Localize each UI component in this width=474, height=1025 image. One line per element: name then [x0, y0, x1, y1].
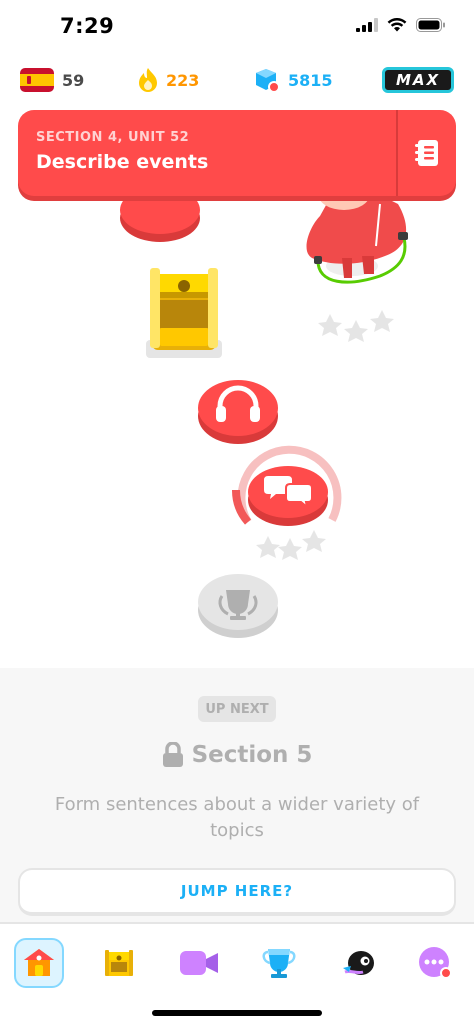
gems-count: 5815: [288, 70, 333, 90]
tab-video[interactable]: [174, 938, 224, 988]
status-time: 7:29: [60, 14, 115, 38]
conversation-lesson-node[interactable]: [232, 438, 344, 562]
treasure-icon: [105, 950, 133, 976]
unit-banner[interactable]: SECTION 4, UNIT 52 Describe events: [18, 110, 456, 196]
section-title-row: Section 5: [0, 742, 474, 768]
battery-icon: [416, 18, 445, 32]
home-icon: [24, 949, 54, 976]
tab-quests[interactable]: [94, 938, 144, 988]
tab-more[interactable]: [410, 938, 460, 988]
tab-learn[interactable]: [14, 938, 64, 988]
notebook-icon: [415, 140, 438, 166]
trophy-icon: [262, 949, 296, 978]
home-indicator[interactable]: [152, 1010, 322, 1016]
max-badge: MAX: [382, 67, 454, 93]
more-icon: [419, 947, 452, 979]
language-selector[interactable]: 59: [20, 60, 84, 100]
listening-lesson-node[interactable]: [196, 374, 280, 446]
wifi-icon: [387, 18, 407, 32]
gem-icon: [256, 69, 280, 93]
character-illustration: [306, 196, 408, 342]
gems-counter[interactable]: 5815: [254, 60, 333, 100]
cellular-signal-icon: [356, 18, 378, 32]
streak-count: 223: [166, 70, 200, 90]
unit-trophy-node[interactable]: [196, 566, 280, 642]
jump-here-button[interactable]: JUMP HERE?: [18, 868, 456, 916]
flame-icon: [139, 68, 157, 92]
section-title: Section 5: [191, 742, 313, 768]
streak-counter[interactable]: 223: [138, 60, 199, 100]
tab-stories[interactable]: [334, 938, 384, 988]
status-icons: [356, 18, 446, 32]
up-next-label: UP NEXT: [198, 696, 276, 722]
character-icon: [343, 951, 374, 975]
language-count: 59: [62, 70, 85, 90]
spain-flag-icon: [20, 68, 54, 92]
max-subscription[interactable]: MAX: [382, 60, 454, 100]
treasure-chest-node[interactable]: [146, 266, 226, 358]
stats-bar: 59 223 5815 MAX: [0, 60, 474, 100]
video-lesson-node[interactable]: [118, 196, 202, 244]
lock-icon: [162, 742, 183, 767]
unit-subtitle: SECTION 4, UNIT 52: [36, 130, 190, 145]
status-bar: 7:29: [0, 0, 474, 56]
unit-title: Describe events: [36, 151, 209, 173]
section-description: Form sentences about a wider variety of …: [54, 794, 420, 841]
tab-leagues[interactable]: [254, 938, 304, 988]
up-next-section: UP NEXT Section 5 Form sentences about a…: [0, 668, 474, 922]
video-camera-icon: [180, 951, 218, 975]
learning-path: [0, 196, 474, 670]
guidebook-button[interactable]: [396, 110, 456, 196]
